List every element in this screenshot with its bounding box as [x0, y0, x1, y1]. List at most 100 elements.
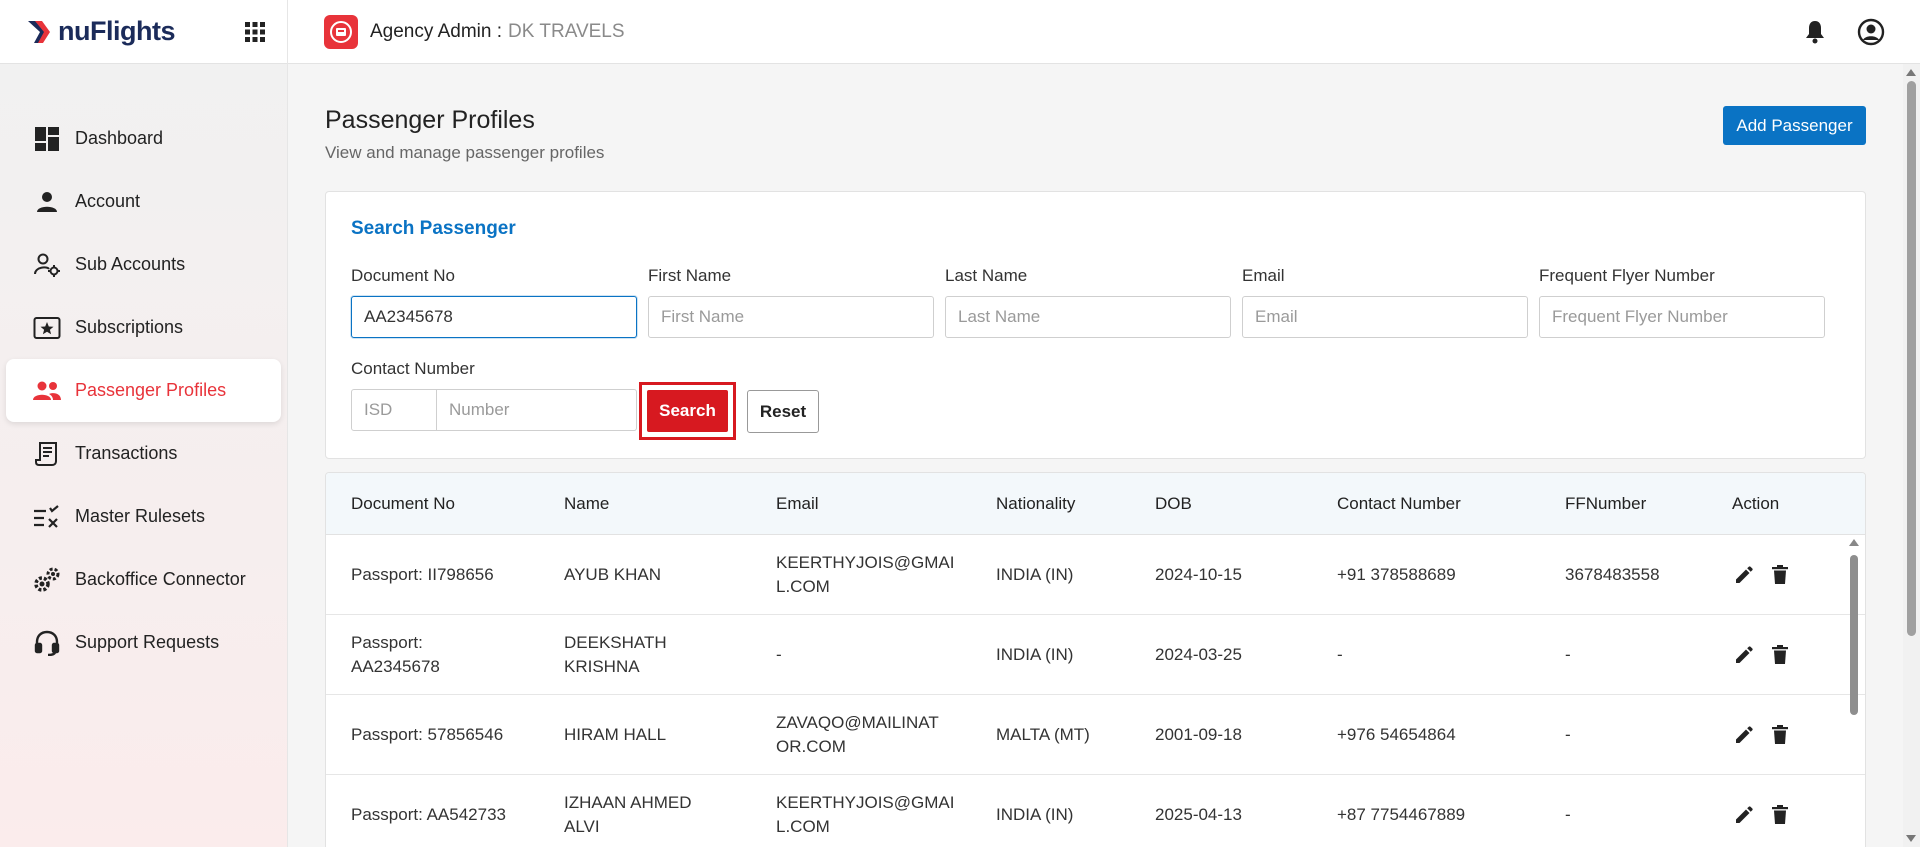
cell-text: Passport: AA542733	[351, 803, 506, 827]
edit-pencil-icon[interactable]	[1732, 803, 1756, 827]
phone-number-input[interactable]	[437, 389, 637, 431]
cell-text: -	[1565, 643, 1571, 667]
sidebar-item-label: Subscriptions	[75, 317, 184, 337]
star-ticket-icon	[32, 313, 62, 343]
cell-text: 2024-03-25	[1155, 643, 1242, 667]
ff-number-input[interactable]	[1539, 296, 1825, 338]
sidebar-item-master-rulesets[interactable]: Master Rulesets	[6, 485, 281, 548]
edit-pencil-icon[interactable]	[1732, 723, 1756, 747]
sidebar-item-dashboard[interactable]: Dashboard	[6, 107, 281, 170]
sidebar-item-passenger-profiles[interactable]: Passenger Profiles	[6, 359, 281, 422]
isd-input[interactable]	[351, 389, 437, 431]
email-input[interactable]	[1242, 296, 1528, 338]
cell-text: KEERTHYJOIS@GMAI L.COM	[776, 791, 954, 839]
delete-trash-icon[interactable]	[1768, 563, 1792, 587]
delete-trash-icon[interactable]	[1768, 803, 1792, 827]
cell-text: +976 54654864	[1337, 723, 1456, 747]
column-header[interactable]: Email	[776, 473, 819, 535]
column-header[interactable]: Document No	[351, 473, 455, 535]
cell-line: HIRAM HALL	[564, 725, 667, 744]
cell-text: -	[1565, 803, 1571, 827]
sidebar-item-label: Support Requests	[75, 632, 220, 652]
column-header[interactable]: Nationality	[996, 473, 1075, 535]
cell-text: 2025-04-13	[1155, 803, 1242, 827]
sidebar-item-transactions[interactable]: Transactions	[6, 422, 281, 485]
table-cell: 2025-04-13	[1155, 775, 1325, 847]
cell-line: KRISHNA	[564, 657, 640, 676]
cell-line: OR.COM	[776, 737, 846, 756]
edit-pencil-icon[interactable]	[1732, 563, 1756, 587]
edit-pencil-icon[interactable]	[1732, 643, 1756, 667]
cell-line: 2024-10-15	[1155, 565, 1242, 584]
scroll-up-icon[interactable]	[1906, 69, 1916, 76]
scroll-down-icon[interactable]	[1906, 835, 1916, 842]
table-row: Passport: 57856546 HIRAM HALL ZAVAQO@MAILI…	[326, 695, 1865, 775]
cell-text: HIRAM HALL	[564, 723, 666, 747]
last-name-input[interactable]	[945, 296, 1231, 338]
sidebar-item-label: Master Rulesets	[75, 506, 206, 526]
cell-text: -	[776, 643, 782, 667]
sidebar-item-support-requests[interactable]: Support Requests	[6, 611, 281, 674]
cell-line: IZHAAN AHMED	[564, 793, 692, 812]
document-no-input[interactable]	[351, 296, 637, 338]
first-name-input[interactable]	[648, 296, 934, 338]
scroll-thumb[interactable]	[1850, 555, 1858, 715]
agency-name: DK TRAVELS	[508, 20, 625, 42]
cell-line: AYUB KHAN	[564, 565, 661, 584]
delete-trash-icon[interactable]	[1768, 643, 1792, 667]
page-scrollbar[interactable]	[1903, 64, 1920, 847]
top-header: nuFlights Agency Admin : DK TRAVELS	[0, 0, 1920, 64]
table-cell: Passport: AA542733	[351, 775, 551, 847]
last-name-label: Last Name	[945, 266, 1028, 285]
apps-grid-icon[interactable]	[241, 18, 269, 46]
sidebar-item-sub-accounts[interactable]: Sub Accounts	[6, 233, 281, 296]
page-title: Passenger Profiles	[325, 106, 535, 134]
nuflights-logo[interactable]: nuFlights	[26, 16, 175, 47]
cell-line: +91 378588689	[1337, 565, 1456, 584]
account-circle-icon[interactable]	[1856, 17, 1886, 47]
cell-line: -	[776, 645, 782, 664]
column-header[interactable]: Name	[564, 473, 609, 535]
table-cell: -	[1337, 615, 1557, 695]
cell-text: Passport: 57856546	[351, 723, 503, 747]
cell-line: Passport: II798656	[351, 565, 494, 584]
add-passenger-button[interactable]: Add Passenger	[1723, 106, 1866, 145]
column-header[interactable]: FFNumber	[1565, 473, 1646, 535]
scroll-up-icon[interactable]	[1849, 539, 1859, 546]
column-header[interactable]: DOB	[1155, 473, 1192, 535]
table-cell: KEERTHYJOIS@GMAI L.COM	[776, 775, 986, 847]
cell-text: DEEKSHATH KRISHNA	[564, 631, 667, 679]
cell-text: +87 7754467889	[1337, 803, 1465, 827]
table-cell: Passport: 57856546	[351, 695, 551, 775]
email-field: Email	[1242, 266, 1528, 338]
column-header[interactable]: Contact Number	[1337, 473, 1461, 535]
cell-line: -	[1565, 725, 1571, 744]
cell-line: Passport: 57856546	[351, 725, 504, 744]
table-cell: KEERTHYJOIS@GMAI L.COM	[776, 535, 986, 615]
table-scrollbar[interactable]	[1847, 535, 1861, 847]
scroll-thumb[interactable]	[1907, 81, 1916, 636]
notification-bell-icon[interactable]	[1800, 17, 1830, 47]
brand-area: nuFlights	[0, 0, 288, 64]
sidebar-item-account[interactable]: Account	[6, 170, 281, 233]
cell-line: ALVI	[564, 817, 600, 836]
cell-line: -	[1565, 805, 1571, 824]
cell-text: 3678483558	[1565, 563, 1660, 587]
cell-line: INDIA (IN)	[996, 805, 1074, 824]
reset-button[interactable]: Reset	[747, 390, 819, 433]
search-button[interactable]: Search	[647, 390, 728, 432]
table-cell: -	[776, 615, 986, 695]
delete-trash-icon[interactable]	[1768, 723, 1792, 747]
cell-text: -	[1337, 643, 1343, 667]
cell-line: Passport: AA542733	[351, 805, 507, 824]
cell-text: -	[1565, 723, 1571, 747]
cell-text: INDIA (IN)	[996, 643, 1073, 667]
sidebar-item-subscriptions[interactable]: Subscriptions	[6, 296, 281, 359]
table-cell: Passport: AA2345678	[351, 615, 551, 695]
sidebar-item-backoffice-connector[interactable]: Backoffice Connector	[6, 548, 281, 611]
table-row: Passport: AA2345678 DEEKSHATH KRISHNA - INDIA…	[326, 615, 1865, 695]
cell-line: L.COM	[776, 577, 830, 596]
first-name-label: First Name	[648, 266, 732, 285]
user-settings-icon	[32, 250, 62, 280]
cell-line: 2001-09-18	[1155, 725, 1242, 744]
